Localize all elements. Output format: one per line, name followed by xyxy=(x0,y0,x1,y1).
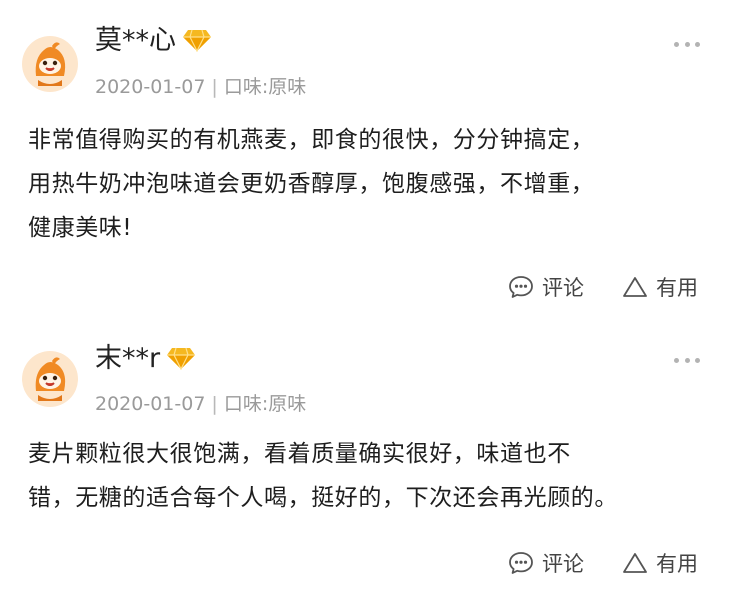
user-avatar[interactable] xyxy=(22,351,78,407)
review-content: 麦片颗粒很大很饱满，看着质量确实很好，味道也不 错，无糖的适合每个人喝，挺好的，… xyxy=(28,432,708,520)
useful-label: 有用 xyxy=(656,276,698,300)
triangle-up-icon xyxy=(623,553,647,573)
username-text: 莫**心 xyxy=(95,25,176,56)
useful-button[interactable]: 有用 xyxy=(622,272,698,302)
meta-separator: | xyxy=(211,393,218,415)
triangle-up-icon xyxy=(623,277,647,297)
more-dots-icon[interactable] xyxy=(674,356,700,364)
review-meta: 2020-01-07 | 口味:原味 xyxy=(95,74,306,100)
flavor-tag: 口味:原味 xyxy=(223,393,307,415)
comment-label: 评论 xyxy=(542,552,584,576)
useful-label: 有用 xyxy=(656,552,698,576)
orange-mascot-avatar-icon xyxy=(22,351,78,407)
username: 莫**心 xyxy=(95,24,212,58)
chat-bubble-icon xyxy=(509,276,533,298)
review-date: 2020-01-07 xyxy=(95,76,206,98)
review-line: 非常值得购买的有机燕麦，即食的很快，分分钟搞定， xyxy=(28,127,595,153)
username: 末**r xyxy=(95,342,196,376)
review-line: 健康美味! xyxy=(28,215,133,241)
review-actions: 评论 有用 xyxy=(508,272,698,302)
review-line: 用热牛奶冲泡味道会更奶香醇厚，饱腹感强，不增重， xyxy=(28,171,595,197)
flavor-tag: 口味:原味 xyxy=(223,76,307,98)
more-dots-icon[interactable] xyxy=(674,40,700,48)
review-actions: 评论 有用 xyxy=(508,548,698,578)
user-avatar[interactable] xyxy=(22,36,78,92)
review-item: 莫**心 2020-01-07 | 口味:原味 非常值得购买的有机燕麦，即食的很快，… xyxy=(0,0,730,320)
review-line: 错，无糖的适合每个人喝，挺好的，下次还会再光顾的。 xyxy=(28,485,618,511)
comment-button[interactable]: 评论 xyxy=(508,272,584,302)
diamond-icon xyxy=(182,27,212,52)
username-text: 末**r xyxy=(95,343,161,374)
meta-separator: | xyxy=(211,76,218,98)
comment-button[interactable]: 评论 xyxy=(508,548,584,578)
comment-label: 评论 xyxy=(542,276,584,300)
review-meta: 2020-01-07 | 口味:原味 xyxy=(95,391,306,417)
orange-mascot-avatar-icon xyxy=(22,36,78,92)
chat-bubble-icon xyxy=(509,552,533,574)
useful-button[interactable]: 有用 xyxy=(622,548,698,578)
review-content: 非常值得购买的有机燕麦，即食的很快，分分钟搞定， 用热牛奶冲泡味道会更奶香醇厚，… xyxy=(28,118,708,250)
review-item: 末**r 2020-01-07 | 口味:原味 麦片颗粒很大很饱满，看着质量确实很好… xyxy=(0,320,730,615)
diamond-icon xyxy=(166,345,196,370)
review-date: 2020-01-07 xyxy=(95,393,206,415)
review-line: 麦片颗粒很大很饱满，看着质量确实很好，味道也不 xyxy=(28,441,571,467)
